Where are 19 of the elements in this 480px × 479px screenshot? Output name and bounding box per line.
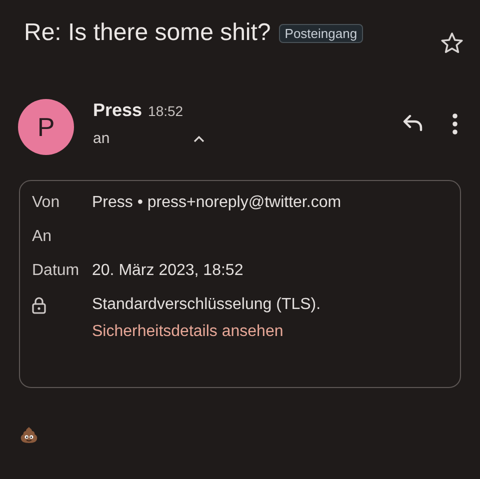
star-icon[interactable] xyxy=(440,31,464,55)
email-subject: Re: Is there some shit? xyxy=(24,19,271,47)
detail-label: Von xyxy=(32,193,61,212)
chevron-icon[interactable] xyxy=(193,135,205,143)
poop-emoji-icon xyxy=(20,426,38,444)
lock-icon xyxy=(32,297,46,314)
inbox-label[interactable]: Posteingang xyxy=(278,24,364,42)
sender-avatar: P xyxy=(18,99,74,155)
detail-label: An xyxy=(32,227,53,246)
detail-label: Datum xyxy=(32,261,80,280)
sender-name: Press xyxy=(93,100,142,121)
encryption-text: Standardverschlüsselung (TLS). xyxy=(92,295,321,314)
security-details-link[interactable]: Sicherheitsdetails ansehen xyxy=(92,322,284,341)
detail-value: Press • press+noreply@twitter.com xyxy=(92,193,342,212)
detail-value: 20. März 2023, 18:52 xyxy=(92,261,244,280)
reply-icon[interactable] xyxy=(402,114,424,132)
recipient-label: an xyxy=(93,130,111,147)
more-options-icon[interactable] xyxy=(452,113,458,135)
message-time: 18:52 xyxy=(148,103,184,119)
